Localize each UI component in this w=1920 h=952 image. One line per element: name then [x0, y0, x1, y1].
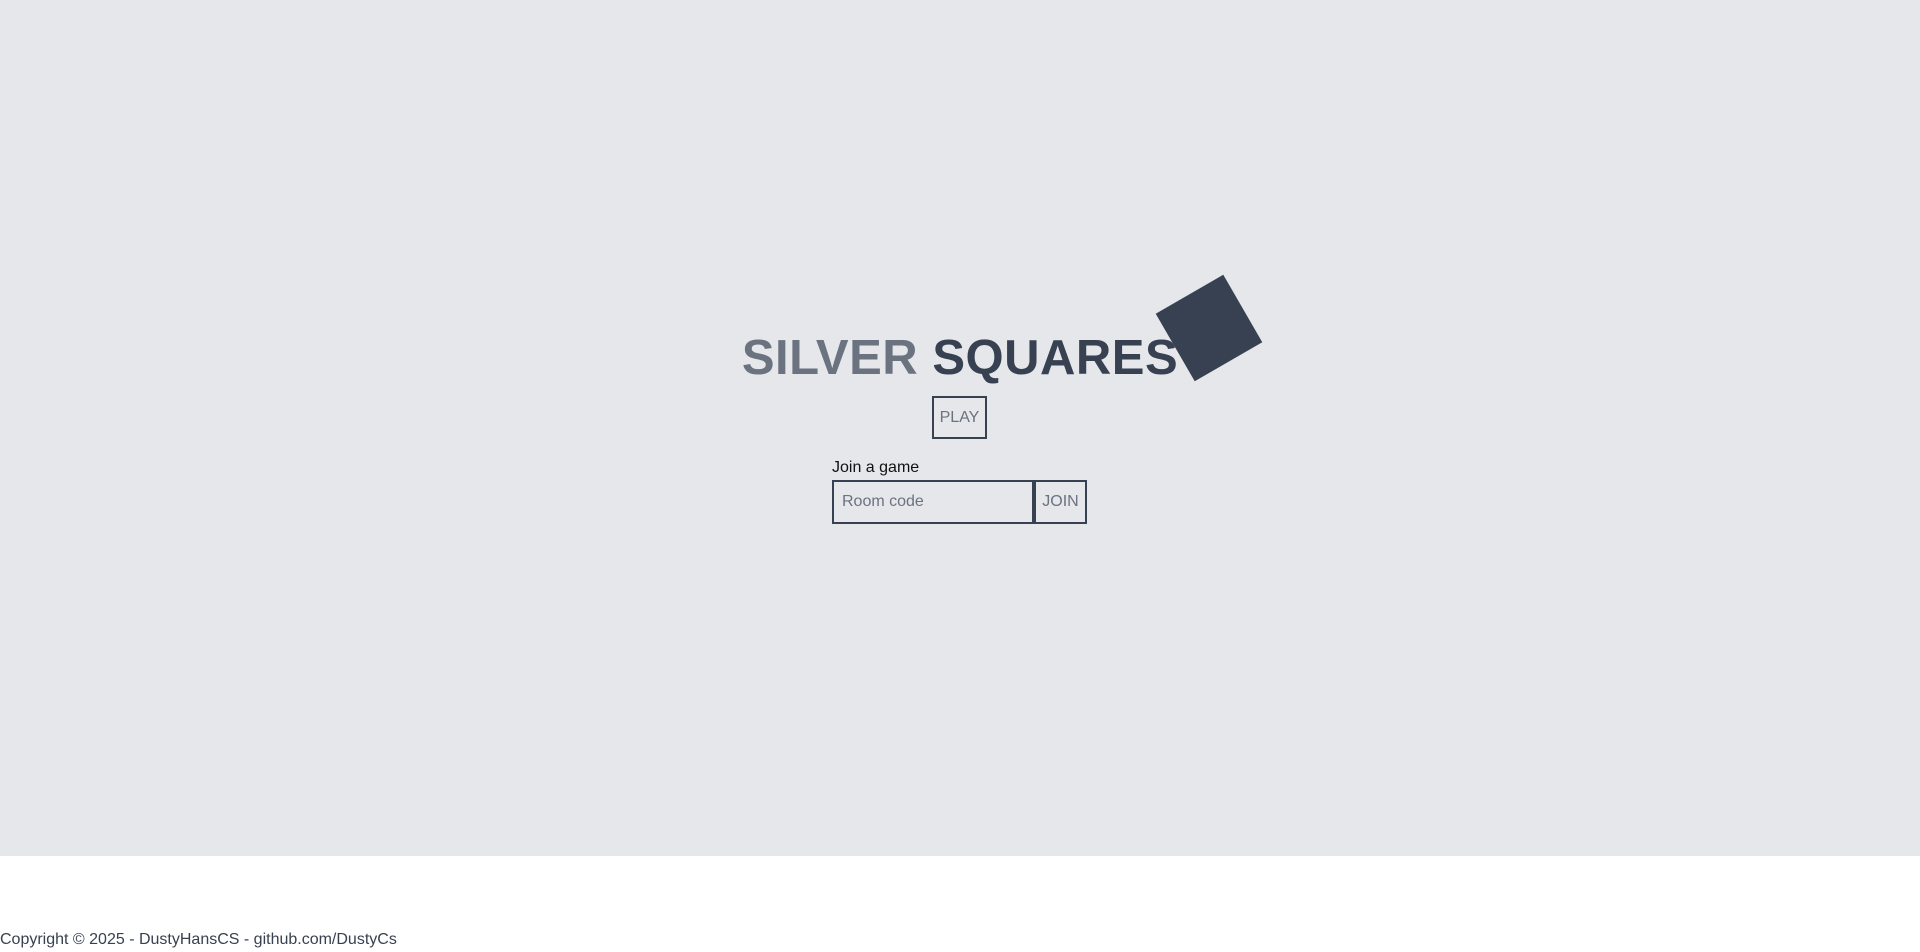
join-game-label: Join a game — [832, 459, 920, 476]
copyright-text: Copyright © 2025 - DustyHansCS - github.… — [0, 931, 397, 948]
title-word-silver: SILVER — [741, 331, 919, 385]
play-button[interactable]: PLAY — [932, 396, 987, 439]
hero-section: SILVER SQUARES PLAY Join a game JOIN — [0, 0, 1920, 856]
title-word-squares: SQUARES — [932, 331, 1179, 385]
room-code-input[interactable] — [832, 480, 1034, 524]
page-title: SILVER SQUARES — [0, 326, 1920, 390]
join-button[interactable]: JOIN — [1034, 480, 1087, 524]
